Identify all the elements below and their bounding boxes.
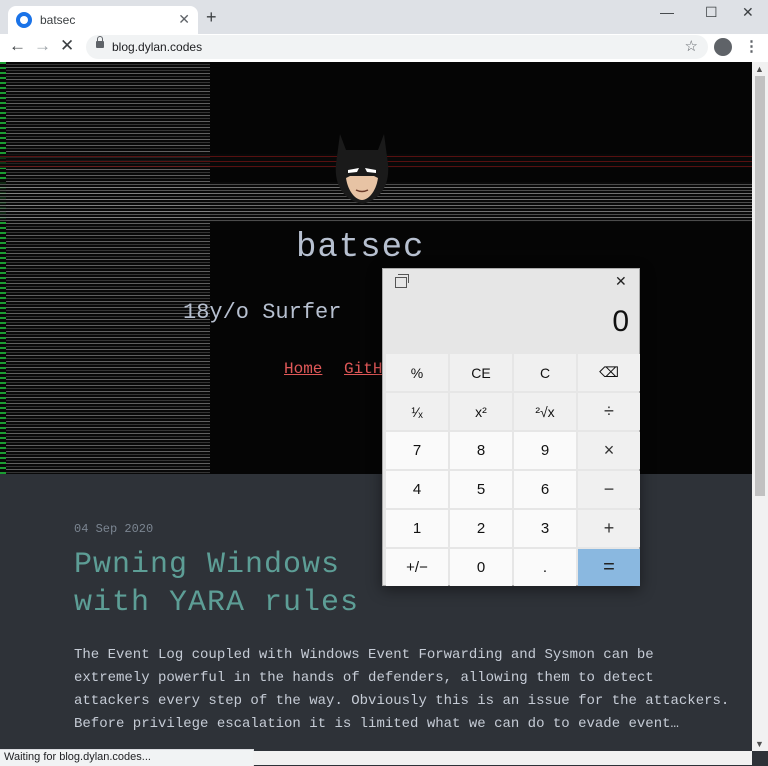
vertical-scrollbar[interactable]: ▲ ▼ [752,62,768,751]
terminal-background [0,62,210,474]
post-title-line2[interactable]: with YARA rules [74,586,359,620]
key-1[interactable]: 1 [386,510,448,547]
calculator-display: 0 [612,305,629,338]
key-subtract[interactable]: − [578,471,640,508]
maximize-button[interactable]: ☐ [705,4,718,21]
status-bubble: Waiting for blog.dylan.codes... [0,749,254,766]
batman-logo-icon [335,134,389,204]
profile-avatar-icon[interactable] [714,38,732,56]
site-title: batsec [296,229,425,267]
scroll-thumb[interactable] [755,76,765,496]
calculator-title-bar[interactable]: ✕ [383,269,639,297]
minimize-button[interactable]: — [660,4,674,20]
site-tagline: 18y/o Surfer [183,300,342,325]
key-square-root[interactable]: ²√x [514,393,576,430]
scroll-up-arrow-icon[interactable]: ▲ [755,64,764,74]
browser-menu-icon[interactable]: ⋮ [744,37,759,55]
key-3[interactable]: 3 [514,510,576,547]
stop-loading-button[interactable]: ✕ [60,36,74,56]
horizontal-scrollbar[interactable] [253,751,752,765]
calculator-close-button[interactable]: ✕ [615,273,627,290]
forward-button[interactable]: → [34,36,51,56]
key-add[interactable]: + [578,510,640,547]
post-excerpt: The Event Log coupled with Windows Event… [74,647,730,732]
nav-link-home[interactable]: Home [284,360,322,378]
post-title-line1[interactable]: Pwning Windows [74,548,340,582]
window-close-button[interactable]: ✕ [742,4,754,21]
key-backspace[interactable]: ⌫ [578,354,640,391]
key-multiply[interactable]: × [578,432,640,469]
back-button[interactable]: ← [9,36,26,56]
address-bar[interactable]: blog.dylan.codes ☆ [86,35,708,59]
key-square[interactable]: x² [450,393,512,430]
key-percent[interactable]: % [386,354,448,391]
tab-batsec[interactable]: batsec ✕ [8,6,198,34]
tab-title: batsec [40,13,76,27]
calculator-window: ✕ 0 % CE C ⌫ ¹⁄ₓ x² ²√x ÷ 7 8 9 × 4 5 6 … [382,268,640,586]
key-0[interactable]: 0 [450,549,512,586]
key-8[interactable]: 8 [450,432,512,469]
key-reciprocal[interactable]: ¹⁄ₓ [386,393,448,430]
key-4[interactable]: 4 [386,471,448,508]
key-clear-entry[interactable]: CE [450,354,512,391]
restore-window-icon[interactable] [395,274,409,288]
key-clear[interactable]: C [514,354,576,391]
key-9[interactable]: 9 [514,432,576,469]
url-text[interactable]: blog.dylan.codes [112,40,202,54]
batsec-favicon-icon [16,12,32,28]
bookmark-star-icon[interactable]: ☆ [685,37,698,55]
key-6[interactable]: 6 [514,471,576,508]
key-negate[interactable]: +/− [386,549,448,586]
key-equals[interactable]: = [578,549,640,586]
new-tab-button[interactable]: + [206,7,217,28]
key-7[interactable]: 7 [386,432,448,469]
scroll-down-arrow-icon[interactable]: ▼ [755,739,764,749]
key-5[interactable]: 5 [450,471,512,508]
key-2[interactable]: 2 [450,510,512,547]
browser-toolbar: ← → ✕ blog.dylan.codes ☆ ⋮ [0,34,768,63]
calculator-keypad: % CE C ⌫ ¹⁄ₓ x² ²√x ÷ 7 8 9 × 4 5 6 − 1 … [386,354,640,586]
lock-icon[interactable] [96,36,104,48]
status-text: Waiting for blog.dylan.codes... [4,751,151,763]
key-decimal[interactable]: . [514,549,576,586]
tab-close-icon[interactable]: ✕ [178,11,190,28]
key-divide[interactable]: ÷ [578,393,640,430]
tab-strip: batsec ✕ + — ☐ ✕ [0,0,768,34]
